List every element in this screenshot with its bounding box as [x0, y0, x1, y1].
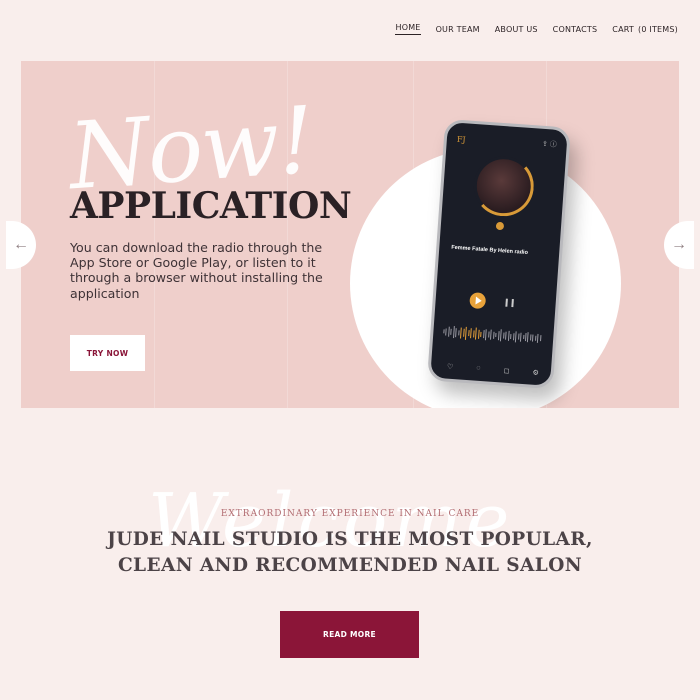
waveform-bar: [460, 327, 463, 339]
waveform-bar: [500, 329, 502, 342]
camera-icon: ◻: [503, 367, 510, 376]
nav-cart[interactable]: CART (0 ITEMS): [612, 25, 678, 34]
cart-count: (0 ITEMS): [638, 24, 678, 34]
waveform-bar: [495, 332, 497, 338]
share-icon: ⇪ ⓘ: [541, 140, 557, 149]
waveform-bar: [512, 332, 515, 340]
waveform-bar: [530, 334, 532, 341]
try-now-button[interactable]: TRY NOW: [70, 335, 145, 371]
waveform-bar: [490, 329, 492, 340]
waveform-bar: [527, 332, 530, 343]
nav-home[interactable]: HOME: [395, 23, 421, 35]
waveform-bar: [524, 333, 527, 342]
waveform-bar: [532, 334, 534, 342]
hero-slider: Now! APPLICATION You can download the ra…: [21, 61, 679, 408]
waveform-bar: [539, 335, 542, 342]
app-logo: FJ: [456, 134, 466, 145]
headline-line-2: CLEAN AND RECOMMENDED NAIL SALON: [117, 555, 583, 576]
waveform-bar: [477, 329, 480, 339]
phone-mockup: FJ ⇪ ⓘ Femme Fatale By Helen radio ♡ ◌ ◻…: [427, 118, 571, 390]
headline-line-1: JUDE NAIL STUDIO IS THE MOST POPULAR,: [107, 529, 593, 550]
waveform-bar: [537, 333, 539, 343]
waveform-bar: [514, 330, 517, 342]
cart-label: CART: [612, 24, 635, 34]
phone-bottom-bar: ♡ ◌ ◻ ⚙: [447, 363, 539, 377]
waveform-bar: [502, 332, 505, 339]
waveform-bar: [505, 331, 507, 340]
waveform-bar: [522, 334, 524, 339]
read-more-button[interactable]: READ MORE: [280, 611, 419, 658]
track-description: [450, 255, 545, 274]
waveform-bar: [482, 330, 485, 339]
hero-description: You can download the radio through the A…: [70, 240, 323, 301]
waveform-bar: [480, 331, 482, 337]
waveform-bar: [534, 335, 537, 341]
waveform-bar: [443, 329, 445, 334]
waveform-bar: [450, 328, 453, 335]
waveform-bar: [458, 329, 460, 335]
nav-contacts[interactable]: CONTACTS: [553, 25, 598, 34]
hero-title: APPLICATION: [70, 185, 352, 227]
chat-icon: ◌: [476, 364, 481, 372]
settings-icon: ⚙: [532, 369, 539, 378]
waveform-bar: [463, 328, 465, 337]
nav-our-team[interactable]: OUR TEAM: [436, 25, 480, 34]
welcome-headline: JUDE NAIL STUDIO IS THE MOST POPULAR, CL…: [0, 527, 700, 579]
waveform-bar: [465, 326, 468, 340]
waveform-bar: [445, 327, 448, 336]
main-nav: HOME OUR TEAM ABOUT US CONTACTS CART (0 I…: [380, 23, 678, 35]
waveform-bar: [497, 330, 500, 340]
waveform-bar: [487, 331, 490, 338]
nav-about-us[interactable]: ABOUT US: [495, 25, 538, 34]
waveform-bar: [510, 333, 512, 339]
waveform-bar: [470, 328, 473, 339]
waveform-bar: [519, 332, 522, 342]
album-cover: [471, 154, 536, 219]
waveform-bar: [492, 331, 495, 339]
waveform-bar: [475, 327, 478, 340]
play-icon: [469, 292, 487, 310]
waveform-bar: [455, 327, 458, 337]
waveform-bar: [517, 333, 520, 340]
welcome-eyebrow: EXTRAORDINARY EXPERIENCE IN NAIL CARE: [220, 509, 480, 519]
waveform-bar: [485, 328, 487, 340]
waveform: [443, 324, 542, 345]
waveform-bar: [468, 330, 470, 337]
waveform-bar: [472, 329, 475, 337]
waveform-bar: [452, 326, 455, 339]
heart-icon: ♡: [446, 363, 454, 372]
waveform-bar: [448, 326, 450, 337]
pause-icon: [505, 298, 514, 308]
waveform-bar: [507, 330, 510, 341]
progress-knob: [495, 221, 505, 231]
